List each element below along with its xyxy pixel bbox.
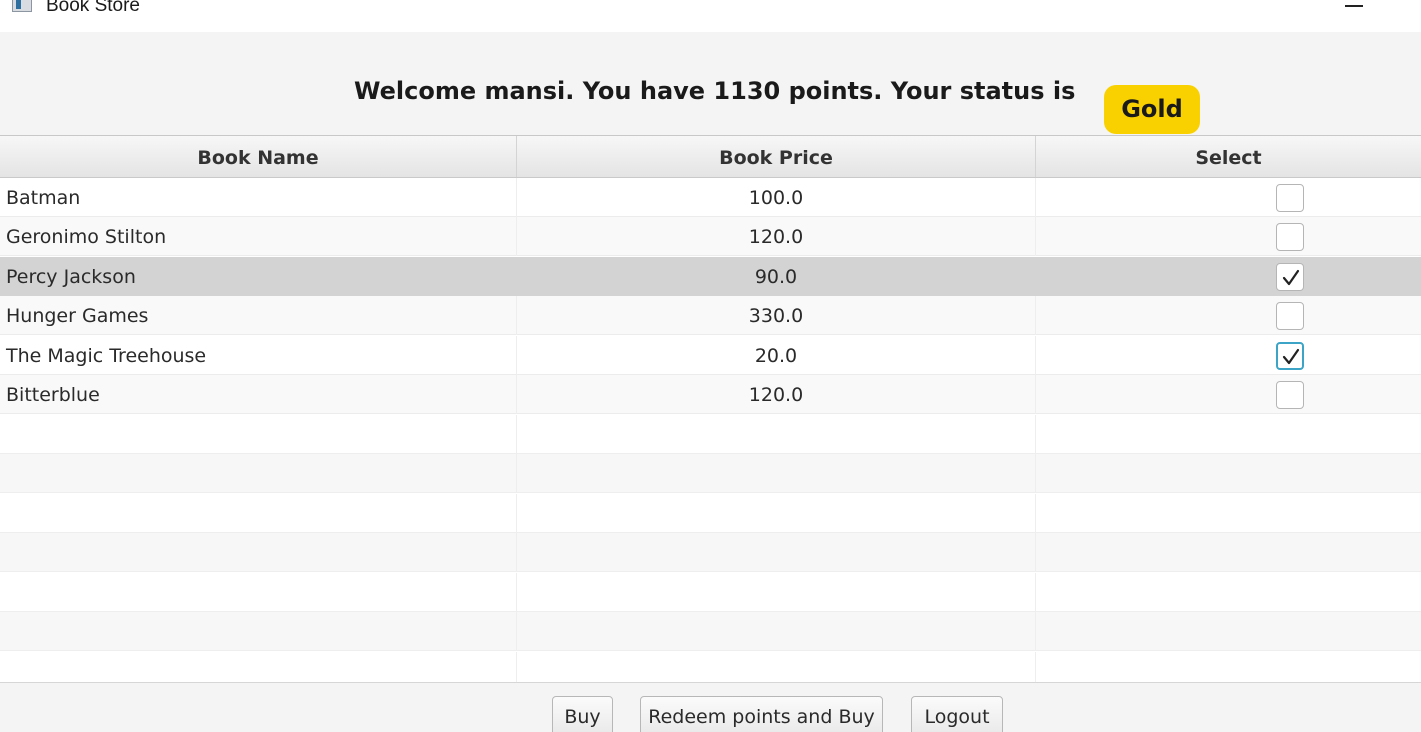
column-header-select[interactable]: Select	[1036, 136, 1421, 177]
checkmark-icon	[1282, 269, 1300, 286]
book-store-window: Book Store Welcome mansi. You have 1130 …	[0, 0, 1421, 732]
select-cell	[1036, 178, 1421, 217]
minimize-icon[interactable]	[1345, 0, 1365, 10]
book-price-cell: 330.0	[517, 296, 1036, 335]
table-row[interactable]: Bitterblue 120.0	[0, 375, 1421, 414]
table-body: Batman 100.0 Geronimo Stilton 120.0 Perc…	[0, 178, 1421, 691]
empty-table-row	[0, 612, 1421, 651]
logout-button[interactable]: Logout	[911, 696, 1003, 732]
book-price-cell: 20.0	[517, 336, 1036, 375]
table-row[interactable]: Percy Jackson 90.0	[0, 257, 1421, 296]
column-header-book-price[interactable]: Book Price	[517, 136, 1036, 177]
select-checkbox[interactable]	[1276, 263, 1304, 291]
button-bar: Buy Redeem points and Buy Logout	[0, 682, 1421, 732]
redeem-points-and-buy-button[interactable]: Redeem points and Buy	[640, 696, 883, 732]
book-price-cell: 100.0	[517, 178, 1036, 217]
books-table: Book Name Book Price Select Batman 100.0…	[0, 135, 1421, 691]
select-checkbox[interactable]	[1276, 381, 1304, 409]
table-header: Book Name Book Price Select	[0, 136, 1421, 178]
book-price-cell: 120.0	[517, 217, 1036, 256]
status-badge: Gold	[1104, 85, 1200, 134]
book-name-cell: Hunger Games	[0, 296, 517, 335]
select-checkbox[interactable]	[1276, 342, 1304, 370]
book-price-cell: 90.0	[517, 257, 1036, 296]
buy-button[interactable]: Buy	[552, 696, 613, 732]
select-cell	[1036, 296, 1421, 335]
select-cell	[1036, 375, 1421, 414]
column-header-book-name[interactable]: Book Name	[0, 136, 517, 177]
select-cell	[1036, 217, 1421, 256]
select-cell	[1036, 257, 1421, 296]
table-row[interactable]: Batman 100.0	[0, 178, 1421, 217]
empty-table-row	[0, 494, 1421, 533]
table-row[interactable]: Geronimo Stilton 120.0	[0, 217, 1421, 256]
table-row[interactable]: The Magic Treehouse 20.0	[0, 336, 1421, 375]
empty-table-row	[0, 533, 1421, 572]
book-name-cell: Bitterblue	[0, 375, 517, 414]
book-name-cell: The Magic Treehouse	[0, 336, 517, 375]
checkmark-icon	[1282, 348, 1300, 365]
book-name-cell: Batman	[0, 178, 517, 217]
select-checkbox[interactable]	[1276, 184, 1304, 212]
select-checkbox[interactable]	[1276, 223, 1304, 251]
welcome-message: Welcome mansi. You have 1130 points. You…	[354, 77, 1076, 105]
empty-table-row	[0, 573, 1421, 612]
app-icon	[12, 0, 32, 12]
empty-table-row	[0, 415, 1421, 454]
table-row[interactable]: Hunger Games 330.0	[0, 296, 1421, 335]
empty-table-row	[0, 454, 1421, 493]
title-bar: Book Store	[0, 0, 1421, 32]
book-price-cell: 120.0	[517, 375, 1036, 414]
select-checkbox[interactable]	[1276, 302, 1304, 330]
window-title: Book Store	[46, 0, 140, 16]
welcome-header: Welcome mansi. You have 1130 points. You…	[0, 32, 1421, 135]
book-name-cell: Geronimo Stilton	[0, 217, 517, 256]
book-name-cell: Percy Jackson	[0, 257, 517, 296]
select-cell	[1036, 336, 1421, 375]
